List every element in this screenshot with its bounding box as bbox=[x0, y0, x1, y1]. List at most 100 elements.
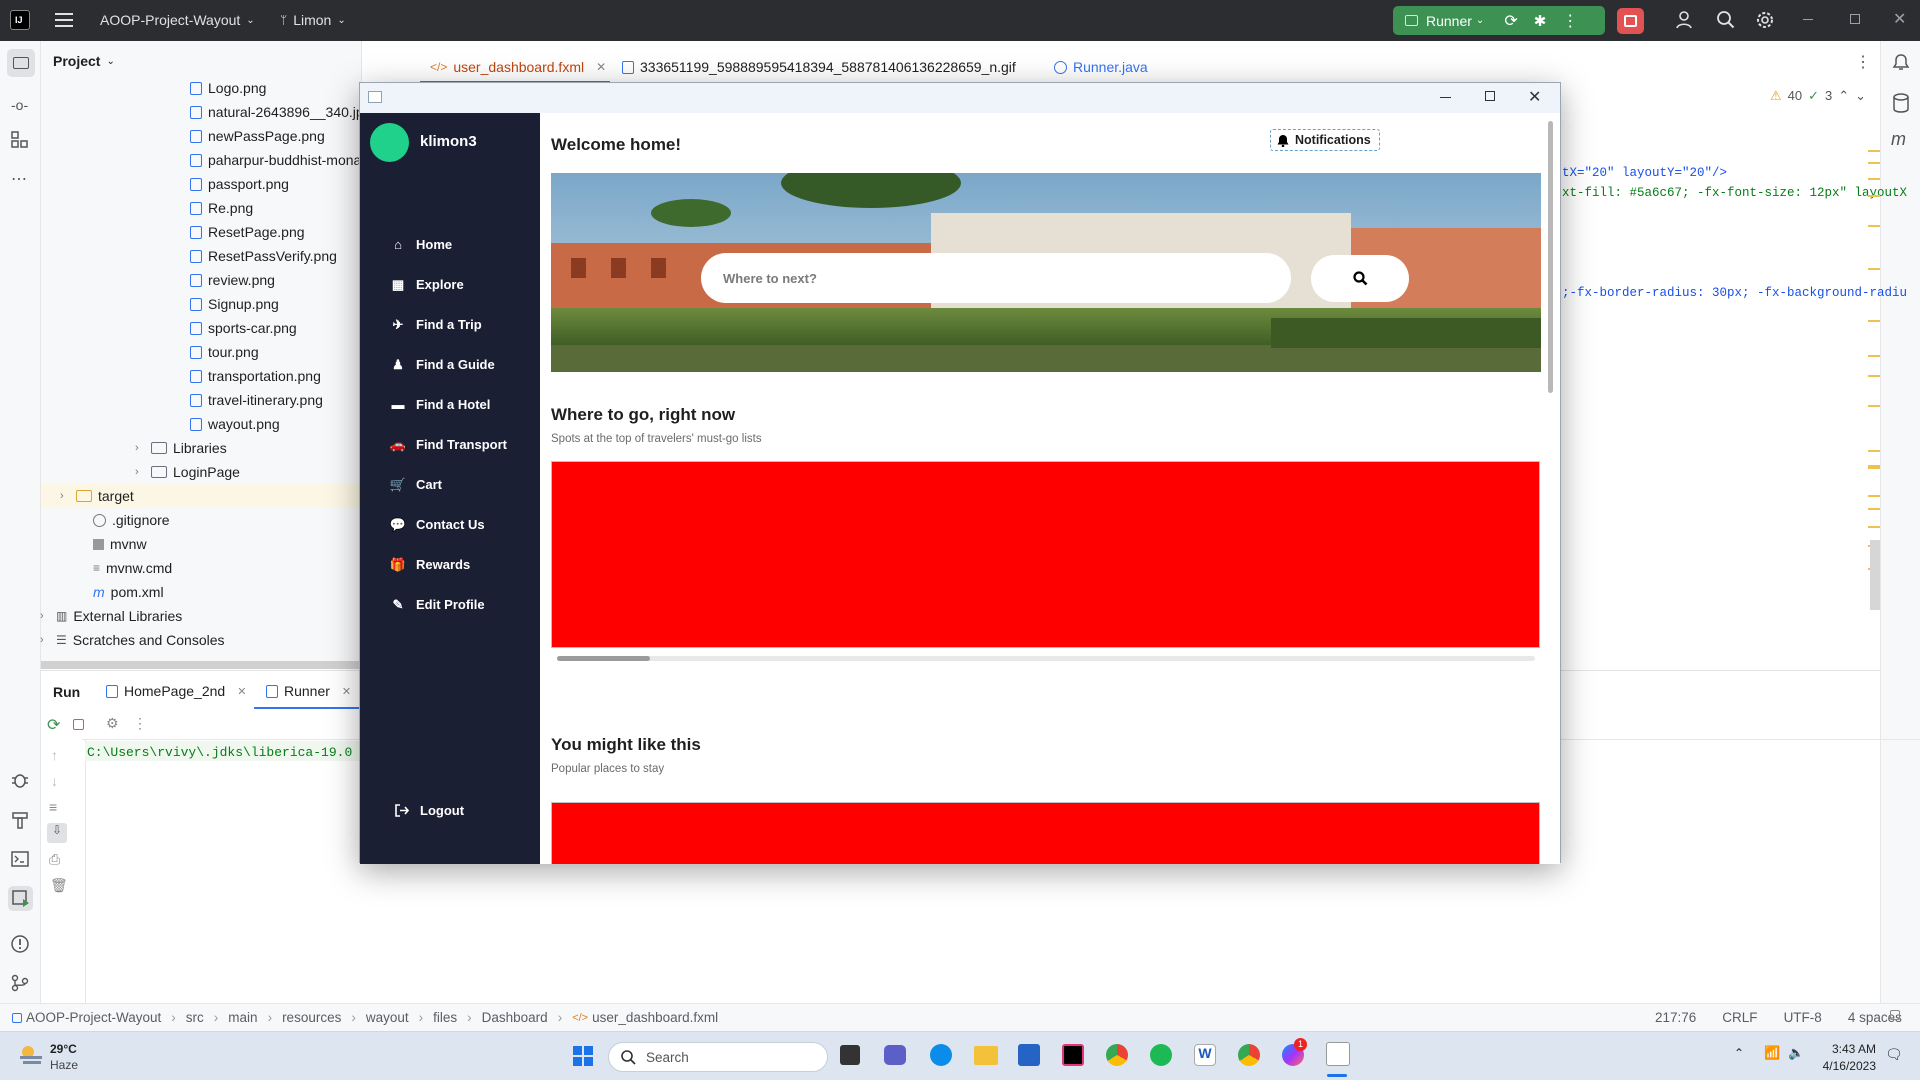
chevron-up-icon[interactable]: ⌃ bbox=[1838, 88, 1849, 104]
commit-icon[interactable]: -o- bbox=[11, 97, 28, 113]
breadcrumb-item[interactable]: main bbox=[228, 1010, 257, 1025]
close-tab-icon[interactable]: ✕ bbox=[237, 685, 246, 698]
nav-item-explore[interactable]: ▦ Explore bbox=[390, 277, 464, 293]
search-button[interactable] bbox=[1311, 255, 1409, 302]
clock-date[interactable]: 4/16/2023 bbox=[1815, 1059, 1876, 1073]
nav-item-cart[interactable]: 🛒 Cart bbox=[390, 477, 442, 493]
clock-time[interactable]: 3:43 AM bbox=[1818, 1042, 1876, 1056]
wifi-icon[interactable]: 📶 bbox=[1764, 1045, 1780, 1061]
tree-item[interactable]: tour.png bbox=[190, 340, 259, 364]
tree-item[interactable]: travel-itinerary.png bbox=[190, 388, 323, 412]
spotify-icon[interactable] bbox=[1150, 1044, 1172, 1066]
tree-item[interactable]: wayout.png bbox=[190, 412, 280, 436]
account-icon[interactable] bbox=[1675, 10, 1695, 30]
chevron-right-icon[interactable]: › bbox=[60, 490, 70, 502]
chevron-right-icon[interactable]: › bbox=[135, 466, 145, 478]
warning-stripe-mark[interactable] bbox=[1868, 195, 1880, 197]
search-everywhere-icon[interactable] bbox=[1716, 10, 1736, 30]
nav-item-home[interactable]: ⌂ Home bbox=[390, 237, 452, 252]
chevron-right-icon[interactable]: › bbox=[40, 634, 50, 646]
weather-desc[interactable]: Haze bbox=[50, 1058, 78, 1072]
warning-stripe-mark[interactable] bbox=[1868, 162, 1880, 164]
chrome-profile-icon[interactable] bbox=[1238, 1044, 1260, 1066]
edge-browser-icon[interactable] bbox=[930, 1044, 952, 1066]
run-config-widget[interactable]: Runner ⌄ ⟳ ✱ ⋮ bbox=[1393, 6, 1605, 35]
branch-selector[interactable]: ᛘ Limon ⌄ bbox=[280, 12, 346, 28]
more-icon[interactable]: ⋮ bbox=[133, 715, 147, 732]
task-view-icon[interactable] bbox=[840, 1045, 860, 1065]
destination-search-input[interactable]: Where to next? bbox=[701, 253, 1291, 303]
nav-item-find-a-guide[interactable]: ♟ Find a Guide bbox=[390, 357, 495, 373]
warning-stripe-mark[interactable] bbox=[1868, 268, 1880, 270]
logout-button[interactable]: Logout bbox=[394, 803, 464, 818]
stays-carousel[interactable] bbox=[551, 802, 1540, 864]
app-title-bar[interactable]: ✕ bbox=[360, 83, 1560, 113]
database-icon[interactable] bbox=[1892, 93, 1910, 113]
tree-item[interactable]: ≡ mvnw.cmd bbox=[93, 556, 172, 580]
tabs-more-icon[interactable]: ⋮ bbox=[1855, 52, 1871, 72]
warning-stripe-mark[interactable] bbox=[1868, 355, 1880, 357]
destinations-carousel[interactable] bbox=[551, 461, 1540, 648]
console-output-line[interactable]: C:\Users\rvivy\.jdks\liberica-19.0 bbox=[85, 741, 401, 761]
file-encoding[interactable]: UTF-8 bbox=[1784, 1010, 1822, 1025]
breadcrumb-item[interactable]: files bbox=[433, 1010, 457, 1025]
nav-item-find-a-hotel[interactable]: ▬ Find a Hotel bbox=[390, 397, 491, 412]
warning-stripe-mark[interactable] bbox=[1868, 526, 1880, 528]
stop-button[interactable] bbox=[1617, 8, 1644, 34]
caret-position[interactable]: 217:76 bbox=[1655, 1010, 1696, 1025]
breadcrumb-item[interactable]: user_dashboard.fxml bbox=[592, 1010, 718, 1025]
maven-icon[interactable]: m bbox=[1891, 129, 1906, 150]
windows-start-icon[interactable] bbox=[573, 1046, 593, 1066]
more-actions-icon[interactable]: ⋮ bbox=[1562, 11, 1578, 31]
project-tree-scrollbar[interactable] bbox=[41, 661, 361, 669]
tree-item[interactable]: › Libraries bbox=[135, 436, 227, 460]
code-line[interactable]: ;-fx-border-radius: 30px; -fx-background… bbox=[1562, 286, 1907, 300]
warning-stripe-mark[interactable] bbox=[1868, 375, 1880, 377]
volume-icon[interactable]: 🔈 bbox=[1788, 1045, 1804, 1061]
chrome-icon[interactable] bbox=[1106, 1044, 1128, 1066]
breadcrumb-item[interactable]: Dashboard bbox=[482, 1010, 548, 1025]
debug-tool-icon[interactable] bbox=[11, 771, 29, 789]
java-app-icon[interactable] bbox=[1326, 1042, 1350, 1066]
scroll-up-icon[interactable]: ↑ bbox=[51, 747, 58, 763]
tree-item[interactable]: review.png bbox=[190, 268, 275, 292]
close-tab-icon[interactable]: ✕ bbox=[342, 685, 351, 698]
tree-item[interactable]: paharpur-buddhist-mona bbox=[190, 148, 361, 172]
settings-icon[interactable]: ⚙ bbox=[106, 715, 119, 732]
git-icon[interactable] bbox=[11, 974, 29, 992]
tree-item[interactable]: ResetPassVerify.png bbox=[190, 244, 337, 268]
word-icon[interactable]: W bbox=[1194, 1044, 1216, 1066]
weather-haze-icon[interactable] bbox=[18, 1044, 44, 1066]
tree-item[interactable]: Signup.png bbox=[190, 292, 279, 316]
nav-item-find-a-trip[interactable]: ✈ Find a Trip bbox=[390, 317, 482, 333]
warning-stripe-mark[interactable] bbox=[1868, 508, 1880, 510]
warning-stripe-mark[interactable] bbox=[1868, 495, 1880, 497]
minimize-icon[interactable] bbox=[1803, 19, 1813, 20]
notifications-bell-icon[interactable] bbox=[1892, 53, 1910, 71]
tree-item[interactable]: › ▥ External Libraries bbox=[40, 604, 182, 628]
close-icon[interactable]: ✕ bbox=[1528, 87, 1541, 107]
nav-item-find-transport[interactable]: 🚗 Find Transport bbox=[390, 437, 507, 453]
terminal-icon[interactable] bbox=[11, 851, 29, 867]
scroll-to-end-icon[interactable]: ⇩ bbox=[47, 823, 67, 843]
warning-stripe-mark[interactable] bbox=[1868, 320, 1880, 322]
tab-user-dashboard[interactable]: </> user_dashboard.fxml ✕ bbox=[430, 50, 606, 84]
build-hammer-icon[interactable] bbox=[11, 811, 29, 829]
teams-chat-icon[interactable] bbox=[884, 1045, 906, 1065]
tree-item[interactable]: mvnw bbox=[93, 532, 147, 556]
nav-item-contact-us[interactable]: 💬 Contact Us bbox=[390, 517, 485, 533]
intellij-taskbar-icon[interactable] bbox=[1062, 1044, 1084, 1066]
tree-item[interactable]: passport.png bbox=[190, 172, 289, 196]
tree-item[interactable]: › ☰ Scratches and Consoles bbox=[40, 628, 225, 652]
chevron-right-icon[interactable]: › bbox=[135, 442, 145, 454]
tree-item[interactable]: sports-car.png bbox=[190, 316, 297, 340]
tree-item[interactable]: m pom.xml bbox=[93, 580, 164, 604]
close-tab-icon[interactable]: ✕ bbox=[596, 60, 606, 74]
rerun-icon[interactable]: ⟳ bbox=[1504, 11, 1517, 31]
carousel-scrollbar-thumb[interactable] bbox=[557, 656, 650, 661]
ms-store-icon[interactable] bbox=[1018, 1044, 1040, 1066]
line-separator[interactable]: CRLF bbox=[1722, 1010, 1757, 1025]
breadcrumb-item[interactable]: resources bbox=[282, 1010, 341, 1025]
print-icon[interactable]: ⎙ bbox=[49, 851, 60, 868]
restore-icon[interactable] bbox=[1850, 14, 1860, 24]
